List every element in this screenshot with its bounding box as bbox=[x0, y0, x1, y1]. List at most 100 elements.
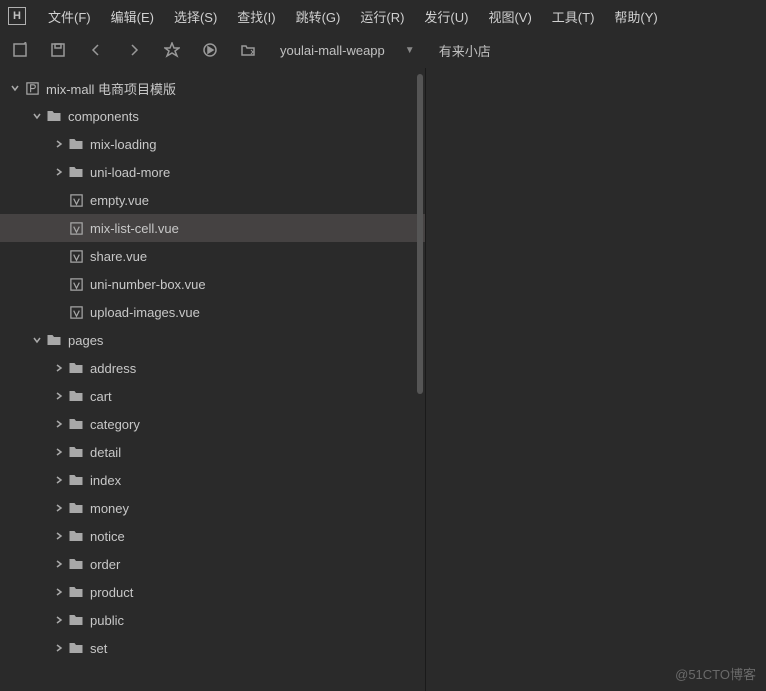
tree-node-label: cart bbox=[90, 389, 112, 404]
folder-icon bbox=[68, 444, 84, 460]
tree-row-address[interactable]: address bbox=[0, 354, 425, 382]
forward-icon[interactable] bbox=[122, 38, 146, 62]
chevron-down-icon[interactable] bbox=[8, 81, 22, 95]
chevron-right-icon[interactable] bbox=[52, 501, 66, 515]
tree-row-order[interactable]: order bbox=[0, 550, 425, 578]
tree-node-label: detail bbox=[90, 445, 121, 460]
menu-item-5[interactable]: 运行(R) bbox=[350, 3, 414, 30]
tree-node-label: mix-mall 电商项目模版 bbox=[46, 79, 176, 98]
tree-row-product[interactable]: product bbox=[0, 578, 425, 606]
chevron-down-icon[interactable] bbox=[30, 109, 44, 123]
chevron-right-icon[interactable] bbox=[52, 613, 66, 627]
tree-node-label: category bbox=[90, 417, 140, 432]
menu-item-4[interactable]: 跳转(G) bbox=[286, 3, 351, 30]
tree-node-label: address bbox=[90, 361, 136, 376]
tree-row-mix-list-cell-vue[interactable]: mix-list-cell.vue bbox=[0, 214, 425, 242]
chevron-right-icon[interactable] bbox=[52, 473, 66, 487]
tree-row-set[interactable]: set bbox=[0, 634, 425, 662]
menu-item-8[interactable]: 工具(T) bbox=[542, 3, 605, 30]
menu-item-2[interactable]: 选择(S) bbox=[164, 3, 227, 30]
menubar: H 文件(F)编辑(E)选择(S)查找(I)跳转(G)运行(R)发行(U)视图(… bbox=[0, 0, 766, 32]
tree-node-label: order bbox=[90, 557, 120, 572]
tree-node-label: upload-images.vue bbox=[90, 305, 200, 320]
watermark: @51CTO博客 bbox=[675, 664, 756, 683]
tree-row-upload-images-vue[interactable]: upload-images.vue bbox=[0, 298, 425, 326]
tree-node-label: set bbox=[90, 641, 107, 656]
tree-node-label: mix-list-cell.vue bbox=[90, 221, 179, 236]
menu-item-0[interactable]: 文件(F) bbox=[38, 3, 101, 30]
toolbar: youlai-mall-weapp ▼ 有来小店 bbox=[0, 32, 766, 68]
folder-icon bbox=[68, 360, 84, 376]
tree-node-label: uni-number-box.vue bbox=[90, 277, 206, 292]
tree-row-share-vue[interactable]: share.vue bbox=[0, 242, 425, 270]
project-icon bbox=[24, 80, 40, 96]
chevron-right-icon[interactable] bbox=[52, 361, 66, 375]
tree-row-detail[interactable]: detail bbox=[0, 438, 425, 466]
vue-icon bbox=[68, 248, 84, 264]
tree-node-label: mix-loading bbox=[90, 137, 156, 152]
tree-row-empty-vue[interactable]: empty.vue bbox=[0, 186, 425, 214]
folder-nav-icon[interactable] bbox=[236, 38, 260, 62]
new-window-icon[interactable] bbox=[8, 38, 32, 62]
chevron-right-icon[interactable] bbox=[52, 585, 66, 599]
folder-icon bbox=[68, 416, 84, 432]
folder-icon bbox=[68, 584, 84, 600]
app-icon: H bbox=[8, 7, 26, 25]
save-icon[interactable] bbox=[46, 38, 70, 62]
chevron-right-icon[interactable] bbox=[52, 557, 66, 571]
menu-item-7[interactable]: 视图(V) bbox=[478, 3, 541, 30]
folder-icon bbox=[68, 640, 84, 656]
tree-node-label: money bbox=[90, 501, 129, 516]
tree-row-cart[interactable]: cart bbox=[0, 382, 425, 410]
menu-item-9[interactable]: 帮助(Y) bbox=[604, 3, 667, 30]
tree-row-components[interactable]: components bbox=[0, 102, 425, 130]
folder-icon bbox=[68, 612, 84, 628]
tree-row-index[interactable]: index bbox=[0, 466, 425, 494]
file-explorer: mix-mall 电商项目模版 components mix-loading uni-… bbox=[0, 68, 426, 691]
folder-icon bbox=[68, 164, 84, 180]
menu-item-1[interactable]: 编辑(E) bbox=[101, 3, 164, 30]
tree-row-pages[interactable]: pages bbox=[0, 326, 425, 354]
tree-row-public[interactable]: public bbox=[0, 606, 425, 634]
star-icon[interactable] bbox=[160, 38, 184, 62]
tree-row-money[interactable]: money bbox=[0, 494, 425, 522]
folder-icon bbox=[46, 108, 62, 124]
tree-row-notice[interactable]: notice bbox=[0, 522, 425, 550]
folder-icon bbox=[68, 500, 84, 516]
tree-node-label: pages bbox=[68, 333, 103, 348]
chevron-right-icon[interactable] bbox=[52, 641, 66, 655]
chevron-right-icon[interactable] bbox=[52, 417, 66, 431]
tree-row-mix-mall-------[interactable]: mix-mall 电商项目模版 bbox=[0, 74, 425, 102]
tree-row-uni-number-box-vue[interactable]: uni-number-box.vue bbox=[0, 270, 425, 298]
scrollbar[interactable] bbox=[417, 74, 423, 394]
chevron-right-icon[interactable] bbox=[52, 137, 66, 151]
chevron-right-icon[interactable] bbox=[52, 445, 66, 459]
chevron-down-icon[interactable] bbox=[30, 333, 44, 347]
run-icon[interactable] bbox=[198, 38, 222, 62]
menu-item-6[interactable]: 发行(U) bbox=[414, 3, 478, 30]
tree-node-label: index bbox=[90, 473, 121, 488]
tree-row-mix-loading[interactable]: mix-loading bbox=[0, 130, 425, 158]
editor-area bbox=[426, 68, 766, 691]
menu-item-3[interactable]: 查找(I) bbox=[227, 3, 285, 30]
tree-node-label: empty.vue bbox=[90, 193, 149, 208]
vue-icon bbox=[68, 192, 84, 208]
tree-node-label: notice bbox=[90, 529, 125, 544]
tree-row-uni-load-more[interactable]: uni-load-more bbox=[0, 158, 425, 186]
chevron-right-icon[interactable] bbox=[52, 165, 66, 179]
tree-node-label: product bbox=[90, 585, 133, 600]
back-icon[interactable] bbox=[84, 38, 108, 62]
vue-icon bbox=[68, 220, 84, 236]
project-selector[interactable]: youlai-mall-weapp bbox=[274, 43, 391, 58]
tree-node-label: components bbox=[68, 109, 139, 124]
folder-icon bbox=[68, 136, 84, 152]
vue-icon bbox=[68, 304, 84, 320]
tree-row-category[interactable]: category bbox=[0, 410, 425, 438]
chevron-right-icon[interactable] bbox=[52, 389, 66, 403]
chevron-right-icon[interactable] bbox=[52, 529, 66, 543]
folder-icon bbox=[68, 528, 84, 544]
project-dropdown-icon[interactable]: ▼ bbox=[405, 45, 415, 56]
tree-node-label: uni-load-more bbox=[90, 165, 170, 180]
folder-icon bbox=[68, 556, 84, 572]
folder-icon bbox=[68, 472, 84, 488]
